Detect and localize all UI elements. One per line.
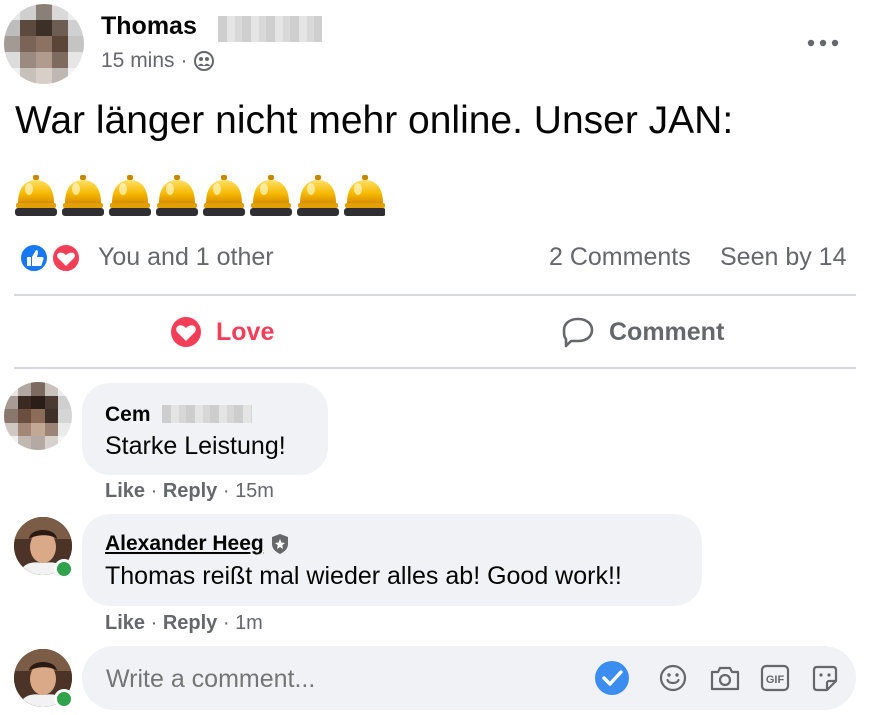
comment-time[interactable]: 15m [235,480,274,502]
comment-actions: Like · Reply · 15m [105,480,274,503]
author-name[interactable]: Thomas [101,12,197,41]
author-avatar[interactable] [4,4,84,84]
comment-time[interactable]: 1m [235,612,263,634]
divider-top [14,294,856,296]
online-indicator [54,689,74,709]
reaction-icons[interactable] [18,242,82,274]
commenter-last-name-blurred [162,405,252,423]
meta-separator: · [180,49,188,72]
shield-badge-icon [270,533,290,555]
dot-separator: · [222,480,236,502]
commenter-name[interactable]: Cem [105,403,151,427]
love-icon [170,316,202,348]
comment-like-link[interactable]: Like [105,480,145,502]
camera-icon[interactable] [709,663,741,693]
divider-bottom [14,367,856,369]
verified-check-icon[interactable] [594,660,630,696]
bell-emoji-row-icon [15,175,385,216]
commenter-name[interactable]: Alexander Heeg [105,532,290,556]
author-last-name-blurred [218,16,322,42]
reaction-summary[interactable]: You and 1 other [98,243,274,272]
commenter-first-name[interactable]: Cem [105,403,151,426]
gif-label: GIF [766,674,785,686]
gif-icon[interactable]: GIF [760,664,790,692]
ellipsis-icon[interactable] [806,36,840,48]
post-time[interactable]: 15 mins [101,49,175,73]
post-meta: 15 mins · [101,49,214,73]
sticker-icon[interactable] [810,664,840,694]
comment-button[interactable]: Comment [561,316,724,348]
seen-by[interactable]: Seen by 14 [720,243,847,272]
dot-separator: · [150,480,163,502]
comments-count[interactable]: 2 Comments [549,243,691,272]
dot-separator: · [222,612,236,634]
comment-reply-link[interactable]: Reply [163,480,217,502]
commenter-name-link[interactable]: Alexander Heeg [105,532,264,556]
friends-icon[interactable] [193,51,214,71]
comment-like-link[interactable]: Like [105,612,145,634]
emoji-row [15,175,385,219]
author-first-name[interactable]: Thomas [101,12,197,40]
online-indicator [54,559,74,579]
comment-text: Starke Leistung! [105,432,286,460]
comment-bubble: Alexander Heeg Thomas reißt mal wieder a… [82,514,702,606]
comment-label: Comment [609,317,725,346]
commenter-avatar[interactable] [4,382,72,450]
comment-composer[interactable]: GIF [82,646,856,710]
post-text: War länger nicht mehr online. Unser JAN: [15,99,734,142]
love-label: Love [216,317,275,346]
comment-icon [561,316,595,348]
emoji-icon[interactable] [659,664,687,692]
comment-reply-link[interactable]: Reply [163,612,217,634]
comment-text: Thomas reißt mal wieder alles ab! Good w… [105,562,622,590]
comment-actions: Like · Reply · 1m [105,612,263,635]
comment-input[interactable] [104,660,578,698]
love-button[interactable]: Love [170,316,274,348]
comment-bubble: Cem Starke Leistung! [82,383,328,475]
dot-separator: · [150,612,163,634]
